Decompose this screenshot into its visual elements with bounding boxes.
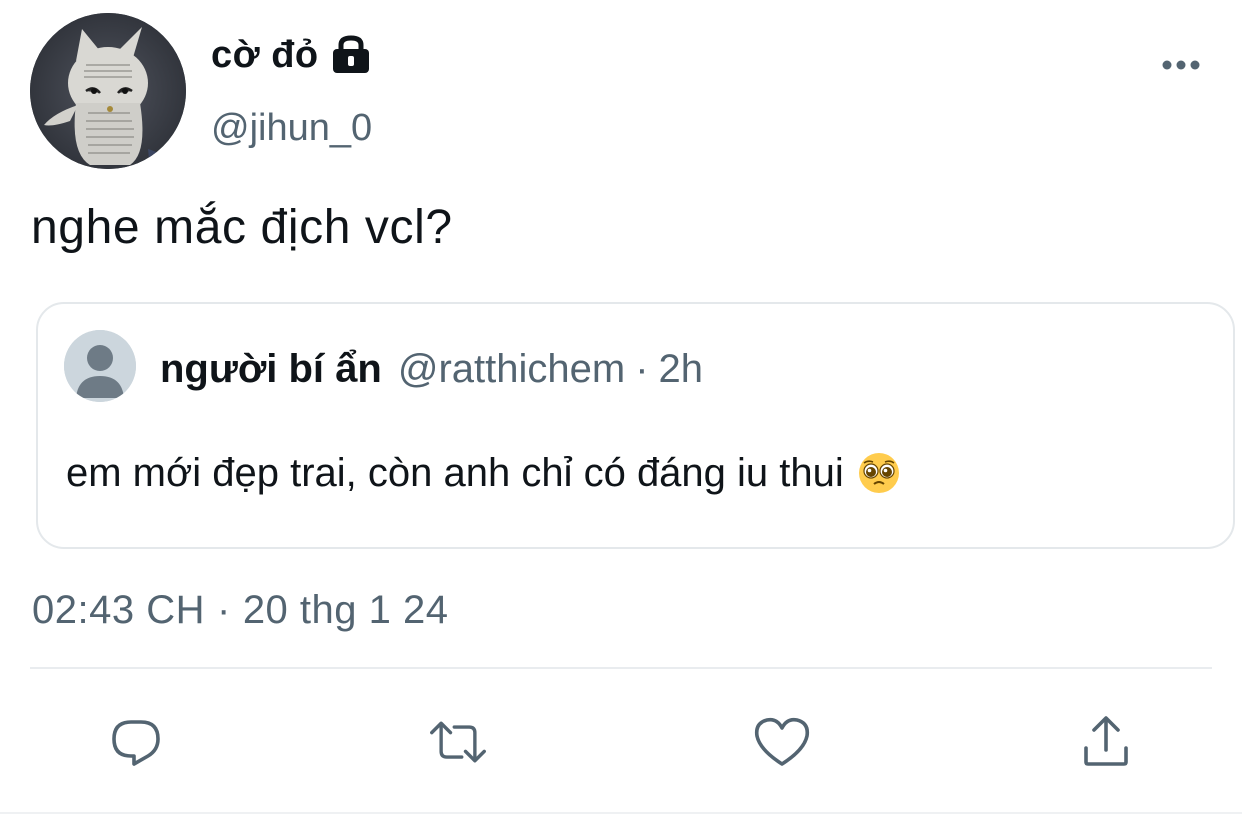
quoted-tweet-card[interactable]: người bí ẩn @ratthichem · 2h em mới đẹp … [36, 302, 1235, 549]
more-options-button[interactable] [1158, 50, 1204, 80]
quoted-time-ago[interactable]: 2h [659, 344, 704, 394]
tweet-timestamp[interactable]: 02:43 CH · 20 thg 1 24 [32, 585, 449, 635]
retweet-icon [430, 721, 486, 763]
author-handle[interactable]: @jihun_0 [211, 105, 372, 151]
reply-icon [112, 720, 160, 766]
share-button[interactable] [1076, 712, 1136, 772]
author-display-name: cờ đỏ [211, 34, 319, 76]
quoted-separator: · [635, 347, 649, 391]
quoted-text: em mới đẹp trai, còn anh chỉ có đáng iu … [66, 451, 844, 495]
heart-icon [754, 717, 810, 766]
reply-button[interactable] [106, 712, 166, 772]
retweet-button[interactable] [428, 712, 488, 772]
lock-icon [331, 35, 371, 75]
like-button[interactable] [752, 712, 812, 772]
pleading-face-icon [858, 452, 900, 494]
quoted-avatar[interactable] [64, 330, 136, 402]
quoted-display-name[interactable]: người bí ẩn [160, 344, 382, 394]
default-profile-icon [64, 330, 136, 402]
timestamp-separator: · [216, 588, 231, 632]
quoted-text-row: em mới đẹp trai, còn anh chỉ có đáng iu … [66, 447, 900, 499]
tweet-text: nghe mắc địch vcl? [31, 201, 453, 254]
cat-avatar-icon [30, 13, 186, 169]
avatar[interactable] [30, 13, 186, 169]
author-display-name-row[interactable]: cờ đỏ [211, 32, 371, 78]
more-icon [1162, 60, 1200, 70]
share-icon [1084, 716, 1128, 766]
divider [30, 667, 1212, 669]
timestamp-date: 20 thg 1 24 [242, 588, 449, 632]
bottom-divider [0, 812, 1242, 814]
timestamp-time: 02:43 CH [32, 588, 205, 632]
quoted-header: người bí ẩn @ratthichem · 2h [160, 344, 703, 394]
quoted-handle[interactable]: @ratthichem [398, 344, 625, 394]
